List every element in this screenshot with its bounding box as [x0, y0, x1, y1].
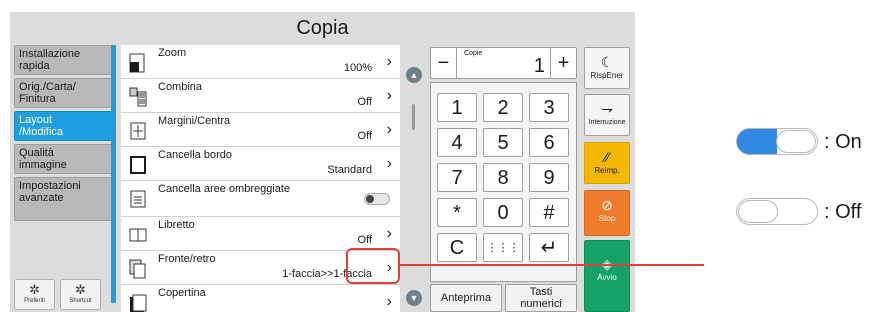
- preview-button[interactable]: Anteprima: [430, 284, 502, 312]
- legend-on-label: : On: [824, 131, 862, 153]
- margin-icon: [130, 122, 146, 140]
- toggle-knob: [776, 130, 816, 153]
- callout-line: [400, 264, 704, 266]
- function-row-border-erase[interactable]: Cancella bordo Standard ›: [121, 147, 400, 181]
- nav-advanced-settings[interactable]: Impostazioni avanzate: [14, 177, 112, 221]
- interrupt-icon: ⇁: [601, 101, 613, 117]
- nav-image-quality[interactable]: Qualità immagine: [14, 144, 112, 174]
- numeric-keys-button[interactable]: Tasti numerici: [505, 284, 577, 312]
- interrupt-button[interactable]: ⇁ Interruzione: [584, 94, 630, 136]
- key-5[interactable]: 5: [483, 128, 523, 157]
- copies-decrement-button[interactable]: −: [431, 48, 457, 78]
- nav-original-paper-finishing[interactable]: Orig./Carta/ Finitura: [14, 78, 112, 108]
- chevron-right-icon: ›: [386, 53, 392, 70]
- legend-toggle-on: [736, 128, 818, 155]
- favorites-button[interactable]: ✲ Preferiti: [14, 279, 55, 310]
- key-7[interactable]: 7: [437, 163, 477, 192]
- cover-icon: [130, 294, 147, 312]
- function-row-shadow-erase[interactable]: Cancella aree ombreggiate: [121, 181, 400, 217]
- key-1[interactable]: 1: [437, 93, 477, 122]
- shortcut-gear-icon: ✲: [75, 282, 86, 297]
- key-4[interactable]: 4: [437, 128, 477, 157]
- moon-icon: ☾: [600, 54, 614, 70]
- shadow-erase-toggle[interactable]: [364, 193, 390, 205]
- energy-saver-button[interactable]: ☾ RispEner: [584, 47, 630, 89]
- copies-field: − Copie 1 +: [430, 47, 577, 79]
- nav-quick-setup[interactable]: Installazione rapida: [14, 45, 112, 75]
- toggle-knob: [738, 200, 778, 223]
- function-row-combine[interactable]: Combina Off ›: [121, 79, 400, 113]
- shortcut-button[interactable]: ✲ Shortcut: [60, 279, 101, 310]
- chevron-right-icon: ›: [386, 225, 392, 242]
- zoom-icon: [129, 53, 145, 73]
- callout-box: [346, 248, 400, 284]
- start-button[interactable]: ◈ Avvio: [584, 240, 630, 312]
- scroll-down-button[interactable]: ▼: [406, 290, 422, 306]
- key-9[interactable]: 9: [529, 163, 569, 192]
- chevron-right-icon: ›: [386, 155, 392, 172]
- nav-active-indicator: [111, 45, 116, 303]
- copies-increment-button[interactable]: +: [550, 48, 576, 78]
- numeric-keypad: 1 2 3 4 5 6 7 8 9 * 0 # C ⋮⋮⋮ ↵: [430, 82, 577, 282]
- chevron-right-icon: ›: [386, 293, 392, 310]
- favorites-gear-icon: ✲: [29, 282, 40, 297]
- booklet-icon: [129, 228, 147, 242]
- reset-icon: ⁄⁄: [604, 149, 610, 165]
- chevron-right-icon: ›: [386, 121, 392, 138]
- stop-button[interactable]: ⊘ Stop: [584, 190, 630, 236]
- copy-panel: Copia Installazione rapida Orig./Carta/ …: [10, 12, 635, 312]
- copies-label: Copie: [464, 50, 483, 57]
- legend-toggle-off: [736, 198, 818, 225]
- key-hash[interactable]: #: [529, 198, 569, 227]
- shadow-erase-icon: [130, 190, 146, 208]
- key-6[interactable]: 6: [529, 128, 569, 157]
- key-asterisk[interactable]: *: [437, 198, 477, 227]
- key-clear[interactable]: C: [437, 233, 477, 262]
- key-0[interactable]: 0: [483, 198, 523, 227]
- key-enter[interactable]: ↵: [529, 233, 569, 262]
- key-8[interactable]: 8: [483, 163, 523, 192]
- scroll-up-button[interactable]: ▲: [406, 67, 422, 83]
- key-2[interactable]: 2: [483, 93, 523, 122]
- chevron-right-icon: ›: [386, 87, 392, 104]
- scrollbar-thumb[interactable]: [412, 104, 415, 130]
- function-row-margin[interactable]: Margini/Centra Off ›: [121, 113, 400, 147]
- key-grid-icon[interactable]: ⋮⋮⋮: [483, 233, 523, 262]
- nav-layout-edit[interactable]: Layout /Modifica: [14, 111, 112, 141]
- stop-icon: ⊘: [601, 197, 613, 213]
- key-3[interactable]: 3: [529, 93, 569, 122]
- legend-off-label: : Off: [824, 201, 862, 223]
- border-erase-icon: [130, 156, 146, 174]
- function-row-cover[interactable]: Copertina ›: [121, 285, 400, 312]
- page-title: Copia: [296, 17, 349, 39]
- combine-icon: [129, 87, 147, 107]
- copies-value: 1: [533, 55, 545, 77]
- category-nav: Installazione rapida Orig./Carta/ Finitu…: [14, 45, 118, 224]
- function-row-zoom[interactable]: Zoom 100% ›: [121, 45, 400, 79]
- function-row-booklet[interactable]: Libretto Off ›: [121, 217, 400, 251]
- duplex-icon: [129, 259, 146, 279]
- reset-button[interactable]: ⁄⁄ Reimp.: [584, 142, 630, 184]
